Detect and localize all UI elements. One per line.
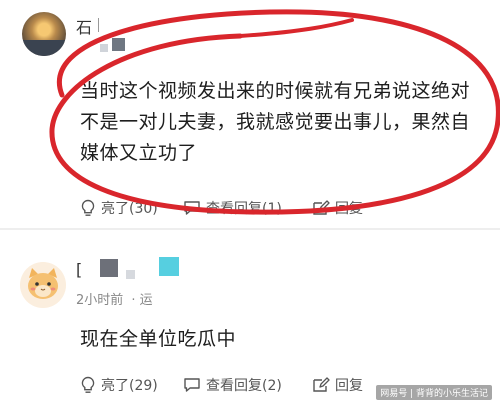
timestamp: 2小时前 · 运 — [76, 289, 153, 308]
avatar-cartoon-cat[interactable] — [20, 262, 66, 308]
username-cursor-mark — [98, 18, 111, 32]
comment-text: 当时这个视频发出来的时候就有兄弟说这绝对不是一对儿夫妻，我就感觉要出事儿，果然自… — [80, 80, 471, 164]
pen-edit-icon — [313, 200, 330, 215]
view-replies-label: 查看回复(1) — [206, 201, 282, 217]
like-button[interactable]: 亮了(29) — [80, 375, 158, 395]
avatar[interactable] — [22, 12, 66, 56]
user-badge-light — [126, 270, 135, 279]
avatar-sea — [22, 40, 66, 56]
lightbulb-icon — [81, 376, 95, 393]
username[interactable]: [ — [76, 260, 82, 279]
pen-edit-icon — [313, 377, 330, 392]
user-badge-light — [100, 44, 108, 52]
timestamp-location: · 运 — [131, 293, 153, 308]
reply-label: 回复 — [335, 201, 363, 217]
reply-label: 回复 — [335, 378, 363, 394]
like-button[interactable]: 亮了(30) — [80, 198, 158, 218]
user-badge — [100, 259, 118, 277]
user-badge — [112, 38, 125, 51]
view-replies-button[interactable]: 查看回复(1) — [183, 198, 282, 218]
username[interactable]: 石 — [76, 14, 92, 38]
view-replies-label: 查看回复(2) — [206, 378, 282, 394]
comment-divider — [0, 228, 500, 230]
reply-button[interactable]: 回复 — [312, 198, 363, 218]
reply-button[interactable]: 回复 — [312, 375, 363, 395]
like-label: 亮了(30) — [101, 201, 158, 217]
comment-bubble-icon — [184, 201, 200, 215]
user-badge-cyan — [159, 257, 179, 276]
view-replies-button[interactable]: 查看回复(2) — [183, 375, 282, 395]
comment-bubble-icon — [184, 378, 200, 392]
timestamp-text: 2小时前 — [76, 293, 124, 308]
like-label: 亮了(29) — [101, 378, 158, 394]
lightbulb-icon — [81, 199, 95, 216]
comment-text: 现在全单位吃瓜中 — [80, 328, 237, 350]
watermark: 网易号 | 背背的小乐生活记 — [376, 385, 492, 400]
cat-face-icon — [20, 262, 66, 308]
